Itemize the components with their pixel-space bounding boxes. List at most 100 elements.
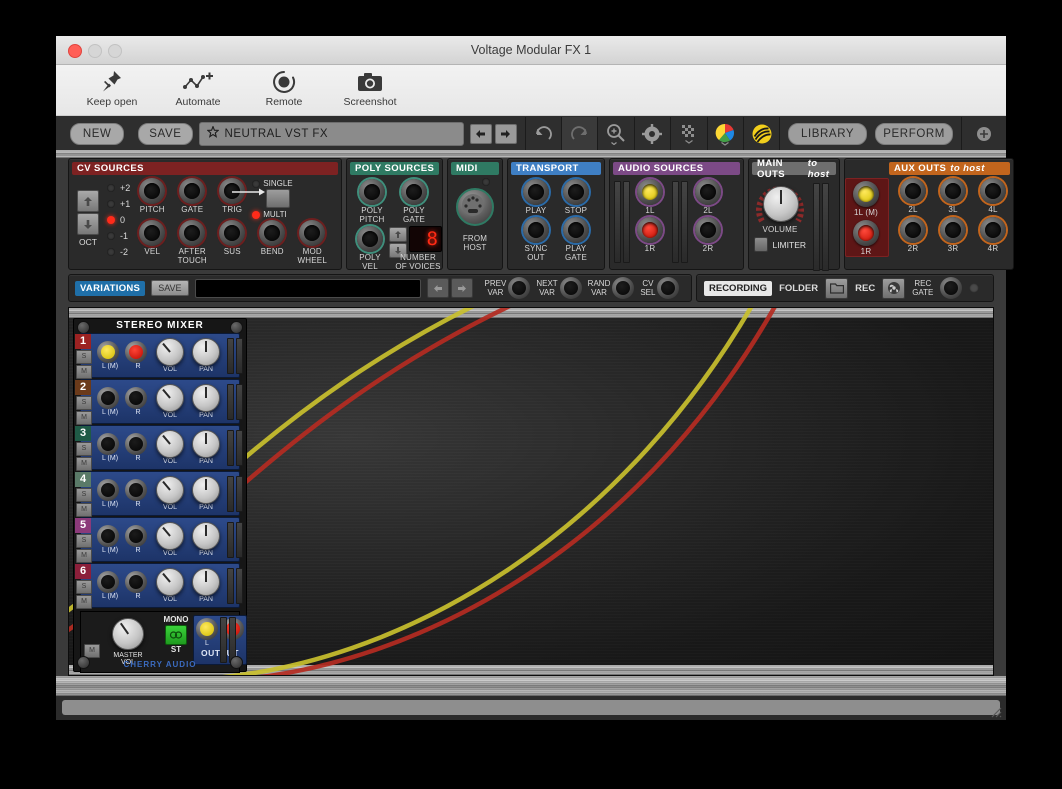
zoom-button[interactable] <box>598 117 633 151</box>
jack-channel-left[interactable] <box>97 433 119 455</box>
jack-channel-left[interactable] <box>97 341 119 363</box>
jack-channel-left[interactable] <box>97 479 119 501</box>
channel-solo-button[interactable]: S <box>76 350 92 364</box>
jack-aftertouch[interactable]: AFTER TOUCH <box>172 220 212 265</box>
main-volume-knob[interactable] <box>763 186 799 222</box>
jack-prev-var[interactable] <box>508 277 531 299</box>
preset-name-field[interactable]: NEUTRAL VST FX <box>198 122 464 146</box>
channel-mute-button[interactable]: M <box>76 503 92 517</box>
undo-button[interactable] <box>525 117 560 151</box>
new-preset-button[interactable]: NEW <box>70 123 125 145</box>
jack-audio-1l[interactable]: 1L <box>630 179 670 215</box>
jack-aux-3l[interactable]: 3L <box>933 178 973 214</box>
voices-up-button[interactable] <box>389 227 407 242</box>
oct-led-row[interactable]: -1 <box>107 228 130 244</box>
midi-din-jack[interactable] <box>456 188 494 226</box>
jack-aux-3r[interactable]: 3R <box>933 217 973 253</box>
next-preset-button[interactable] <box>494 124 517 144</box>
jack-gate[interactable]: GATE <box>172 178 212 219</box>
jack-rand-var[interactable] <box>612 277 635 299</box>
jack-sync-out[interactable]: SYNC OUT <box>516 217 556 262</box>
gear-button[interactable] <box>635 117 670 151</box>
oct-up-button[interactable] <box>77 190 99 212</box>
jack-channel-right[interactable] <box>125 571 147 593</box>
jack-poly-pitch[interactable]: POLY PITCH <box>351 179 393 224</box>
channel-solo-button[interactable]: S <box>76 534 92 548</box>
single-multi-switch[interactable] <box>266 189 291 208</box>
channel-volume-knob[interactable] <box>156 384 184 412</box>
jack-output-l[interactable] <box>196 618 218 640</box>
jack-aux-1r[interactable]: 1R <box>846 220 886 256</box>
jack-rec-gate[interactable] <box>940 277 963 299</box>
jack-play[interactable]: PLAY <box>516 179 556 215</box>
channel-mute-button[interactable]: M <box>76 365 92 379</box>
oct-led-row[interactable]: +2 <box>107 180 130 196</box>
channel-volume-knob[interactable] <box>156 338 184 366</box>
library-button[interactable]: LIBRARY <box>788 123 867 145</box>
add-module-button[interactable] <box>968 117 1000 151</box>
jack-vel[interactable]: VEL <box>132 220 172 265</box>
jack-channel-left[interactable] <box>97 387 119 409</box>
resize-grip-icon[interactable] <box>988 704 1002 718</box>
jack-channel-right[interactable] <box>125 341 147 363</box>
jack-pitch[interactable]: PITCH <box>132 178 172 219</box>
channel-mute-button[interactable]: M <box>76 549 92 563</box>
channel-solo-button[interactable]: S <box>76 442 92 456</box>
perform-button[interactable]: PERFORM <box>874 123 954 145</box>
oct-led-row[interactable]: -2 <box>107 244 130 260</box>
jack-play-gate[interactable]: PLAY GATE <box>556 217 596 262</box>
channel-volume-knob[interactable] <box>156 568 184 596</box>
jack-sus[interactable]: SUS <box>212 220 252 265</box>
channel-volume-knob[interactable] <box>156 430 184 458</box>
jack-next-var[interactable] <box>559 277 582 299</box>
channel-pan-knob[interactable] <box>192 430 220 458</box>
prev-preset-button[interactable] <box>469 124 492 144</box>
jack-channel-left[interactable] <box>97 571 119 593</box>
variation-name-field[interactable] <box>194 278 421 298</box>
remote-button[interactable]: Remote <box>252 65 316 108</box>
keep-open-button[interactable]: Keep open <box>80 65 144 108</box>
jack-aux-4l[interactable]: 4L <box>973 178 1013 214</box>
jack-aux-2l[interactable]: 2L <box>893 178 933 214</box>
jack-channel-right[interactable] <box>125 433 147 455</box>
jack-channel-right[interactable] <box>125 479 147 501</box>
jack-bend[interactable]: BEND <box>252 220 292 265</box>
record-button[interactable] <box>882 277 906 299</box>
color-wheel-button[interactable] <box>708 117 743 151</box>
channel-pan-knob[interactable] <box>192 338 220 366</box>
channel-mute-button[interactable]: M <box>76 411 92 425</box>
screenshot-button[interactable]: Screenshot <box>338 65 402 108</box>
mono-stereo-toggle[interactable] <box>165 625 187 645</box>
jack-poly-vel[interactable]: POLY VEL <box>351 226 389 271</box>
jack-trig[interactable]: TRIG <box>212 178 252 219</box>
limiter-checkbox[interactable] <box>754 237 769 252</box>
channel-mute-button[interactable]: M <box>76 457 92 471</box>
jack-audio-2r[interactable]: 2R <box>688 217 728 253</box>
jack-audio-1r[interactable]: 1R <box>630 217 670 253</box>
jack-stop[interactable]: STOP <box>556 179 596 215</box>
channel-pan-knob[interactable] <box>192 522 220 550</box>
jack-audio-2l[interactable]: 2L <box>688 179 728 215</box>
channel-pan-knob[interactable] <box>192 384 220 412</box>
master-volume-knob[interactable] <box>112 618 144 650</box>
grid-button[interactable] <box>671 117 706 151</box>
channel-pan-knob[interactable] <box>192 568 220 596</box>
prev-variation-button[interactable] <box>426 278 449 298</box>
channel-solo-button[interactable]: S <box>76 580 92 594</box>
oct-led-row[interactable]: 0 <box>107 212 130 228</box>
channel-volume-knob[interactable] <box>156 476 184 504</box>
channel-solo-button[interactable]: S <box>76 396 92 410</box>
automate-button[interactable]: Automate <box>166 65 230 108</box>
jack-channel-right[interactable] <box>125 525 147 547</box>
cable-visibility-button[interactable] <box>744 117 779 151</box>
channel-volume-knob[interactable] <box>156 522 184 550</box>
jack-channel-left[interactable] <box>97 525 119 547</box>
oct-led-row[interactable]: +1 <box>107 196 130 212</box>
next-variation-button[interactable] <box>450 278 473 298</box>
jack-channel-right[interactable] <box>125 387 147 409</box>
channel-solo-button[interactable]: S <box>76 488 92 502</box>
jack-aux-4r[interactable]: 4R <box>973 217 1013 253</box>
redo-button[interactable] <box>561 117 598 151</box>
variations-save-button[interactable]: SAVE <box>151 280 189 296</box>
save-preset-button[interactable]: SAVE <box>138 123 193 145</box>
